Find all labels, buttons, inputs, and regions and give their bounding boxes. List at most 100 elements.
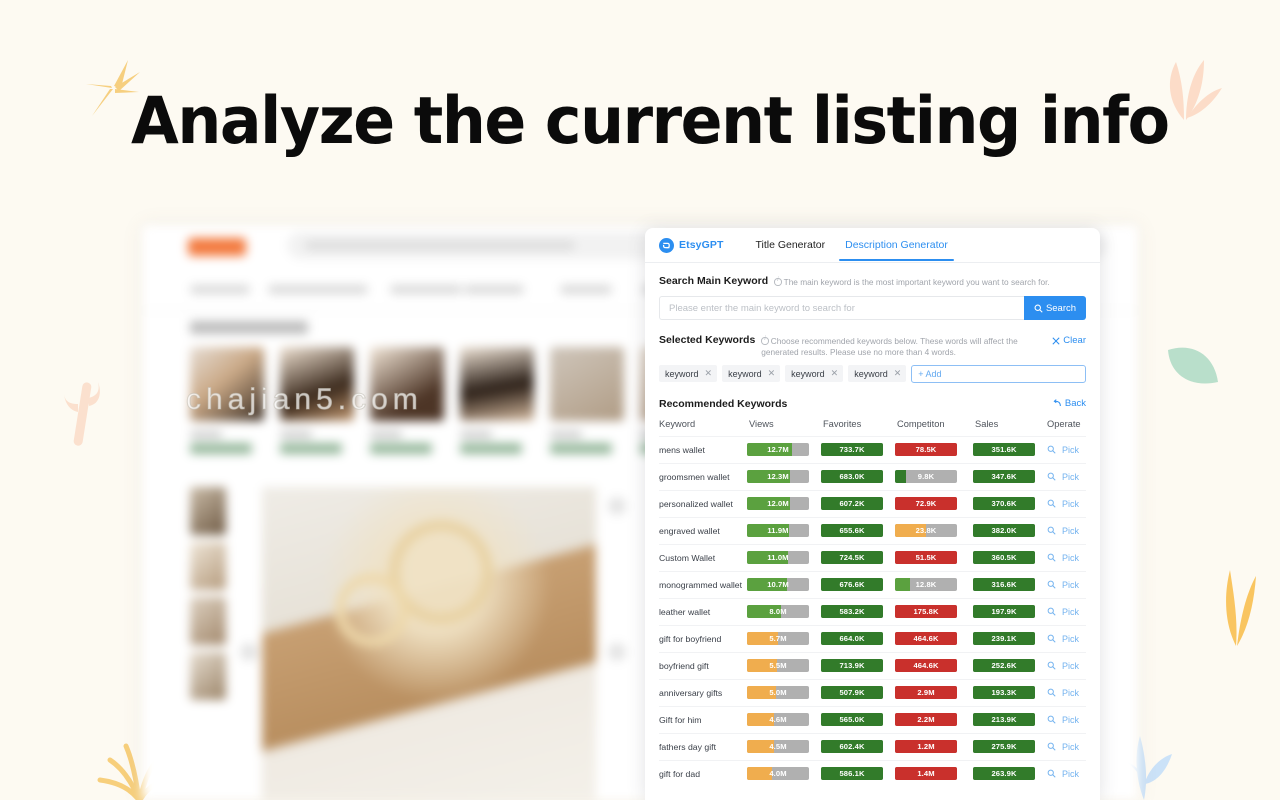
keyword-table: Keyword Views Favorites Competiton Sales… — [659, 419, 1086, 787]
bar-value: 2.2M — [917, 715, 935, 725]
sales-bar: 370.6K — [973, 497, 1035, 511]
sales-bar: 239.1K — [973, 632, 1035, 646]
keyword-chip[interactable]: keyword ✕ — [785, 365, 844, 383]
search-button[interactable]: Search — [1024, 296, 1086, 321]
column-header-sales: Sales — [975, 418, 999, 429]
table-row[interactable]: mens wallet 12.7M 733.7K 78.5K 351.6K Pick — [659, 435, 1086, 463]
clear-button[interactable]: Clear — [1052, 334, 1086, 346]
pick-button[interactable]: Pick — [1062, 769, 1079, 779]
pick-button[interactable]: Pick — [1062, 688, 1079, 698]
pick-button[interactable]: Pick — [1062, 715, 1079, 725]
magnifier-icon[interactable] — [1047, 549, 1056, 567]
views-bar: 4.5M — [747, 740, 809, 754]
pick-button[interactable]: Pick — [1062, 499, 1079, 509]
favorites-bar: 583.2K — [821, 605, 883, 619]
tab-description-generator[interactable]: Description Generator — [835, 230, 958, 261]
sales-bar: 347.6K — [973, 470, 1035, 484]
keyword-chip[interactable]: keyword ✕ — [722, 365, 781, 383]
table-row[interactable]: Custom Wallet 11.0M 724.5K 51.5K 360.5K Pick — [659, 543, 1086, 571]
favorites-bar: 655.6K — [821, 524, 883, 538]
pick-button[interactable]: Pick — [1062, 526, 1079, 536]
chip-remove-icon[interactable]: ✕ — [705, 368, 713, 379]
magnifier-icon[interactable] — [1047, 684, 1056, 702]
table-row[interactable]: monogrammed wallet 10.7M 676.6K 12.8K 316.6K… — [659, 570, 1086, 598]
table-row[interactable]: gift for dad 4.0M 586.1K 1.4M 263.9K Pick — [659, 759, 1086, 787]
sales-bar: 382.0K — [973, 524, 1035, 538]
bar-value: 11.0M — [767, 553, 789, 563]
bar-value: 464.6K — [913, 661, 939, 671]
competition-bar: 9.8K — [895, 470, 957, 484]
magnifier-icon[interactable] — [1047, 630, 1056, 648]
bar-value: 175.8K — [913, 607, 939, 617]
pick-button[interactable]: Pick — [1062, 580, 1079, 590]
magnifier-icon[interactable] — [1047, 441, 1056, 459]
pick-button[interactable]: Pick — [1062, 445, 1079, 455]
pick-button[interactable]: Pick — [1062, 634, 1079, 644]
selected-hint-text: Choose recommended keywords below. These… — [761, 335, 1018, 357]
magnifier-icon[interactable] — [1047, 738, 1056, 756]
magnifier-icon[interactable] — [1047, 657, 1056, 675]
add-keyword-input[interactable] — [911, 364, 1086, 383]
recommended-section-title: Recommended Keywords — [659, 397, 788, 410]
table-row[interactable]: groomsmen wallet 12.3M 683.0K 9.8K 347.6K Pic… — [659, 462, 1086, 490]
magnifier-icon[interactable] — [1047, 711, 1056, 729]
search-button-label: Search — [1045, 302, 1077, 314]
table-row[interactable]: personalized wallet 12.0M 607.2K 72.9K 370.6… — [659, 489, 1086, 517]
leaf-orange-icon — [1226, 570, 1256, 646]
chip-remove-icon[interactable]: ✕ — [768, 368, 776, 379]
bar-value: 1.4M — [917, 769, 935, 779]
search-hint-text: The main keyword is the most important k… — [783, 276, 1050, 287]
search-section-head: Search Main Keyword The main keyword is … — [659, 275, 1086, 287]
tab-title-generator[interactable]: Title Generator — [745, 230, 835, 261]
competition-bar: 1.2M — [895, 740, 957, 754]
cactus-peach-icon — [64, 382, 100, 446]
bar-value: 382.0K — [991, 526, 1017, 536]
cell-keyword: boyfriend gift — [659, 660, 709, 671]
keyword-chip[interactable]: keyword ✕ — [848, 365, 907, 383]
chip-label: keyword — [665, 368, 699, 379]
magnifier-icon[interactable] — [1047, 576, 1056, 594]
magnifier-icon[interactable] — [1047, 522, 1056, 540]
keyword-chip[interactable]: keyword ✕ — [659, 365, 718, 383]
column-header-views: Views — [749, 418, 774, 429]
back-button[interactable]: Back — [1053, 398, 1086, 409]
magnifier-icon[interactable] — [1047, 603, 1056, 621]
chip-remove-icon[interactable]: ✕ — [831, 368, 839, 379]
chip-remove-icon[interactable]: ✕ — [894, 368, 902, 379]
views-bar: 12.3M — [747, 470, 809, 484]
magnifier-icon[interactable] — [1047, 765, 1056, 783]
bar-value: 724.5K — [839, 553, 865, 563]
table-row[interactable]: fathers day gift 4.5M 602.4K 1.2M 275.9K Pick — [659, 732, 1086, 760]
pick-button[interactable]: Pick — [1062, 553, 1079, 563]
sales-bar: 351.6K — [973, 443, 1035, 457]
etsy-hero-image — [262, 487, 596, 800]
table-row[interactable]: boyfriend gift 5.5M 713.9K 464.6K 252.6K Pick — [659, 651, 1086, 679]
pick-button[interactable]: Pick — [1062, 742, 1079, 752]
chip-label: keyword — [728, 368, 762, 379]
favorites-bar: 607.2K — [821, 497, 883, 511]
views-bar: 4.0M — [747, 767, 809, 781]
etsy-gallery-next — [608, 643, 626, 661]
table-row[interactable]: engraved wallet 11.9M 655.6K 23.8K 382.0K Pic… — [659, 516, 1086, 544]
pick-button[interactable]: Pick — [1062, 661, 1079, 671]
competition-bar: 78.5K — [895, 443, 957, 457]
views-bar: 12.7M — [747, 443, 809, 457]
etsygpt-logo-icon — [659, 237, 674, 253]
search-input[interactable] — [659, 296, 1024, 321]
magnifier-icon[interactable] — [1047, 468, 1056, 486]
competition-bar: 2.2M — [895, 713, 957, 727]
bar-value: 370.6K — [991, 499, 1017, 509]
sales-bar: 263.9K — [973, 767, 1035, 781]
table-row[interactable]: anniversary gifts 5.0M 507.9K 2.9M 193.3K Pic… — [659, 678, 1086, 706]
pick-button[interactable]: Pick — [1062, 472, 1079, 482]
bar-value: 664.0K — [839, 634, 865, 644]
table-row[interactable]: gift for boyfriend 5.7M 664.0K 464.6K 239.1K… — [659, 624, 1086, 652]
pick-button[interactable]: Pick — [1062, 607, 1079, 617]
table-row[interactable]: Gift for him 4.6M 565.0K 2.2M 213.9K Pick — [659, 705, 1086, 733]
bar-value: 713.9K — [839, 661, 865, 671]
bar-value: 263.9K — [991, 769, 1017, 779]
bar-value: 607.2K — [839, 499, 865, 509]
table-row[interactable]: leather wallet 8.0M 583.2K 175.8K 197.9K Pick — [659, 597, 1086, 625]
magnifier-icon[interactable] — [1047, 495, 1056, 513]
bar-value: 2.9M — [917, 688, 935, 698]
